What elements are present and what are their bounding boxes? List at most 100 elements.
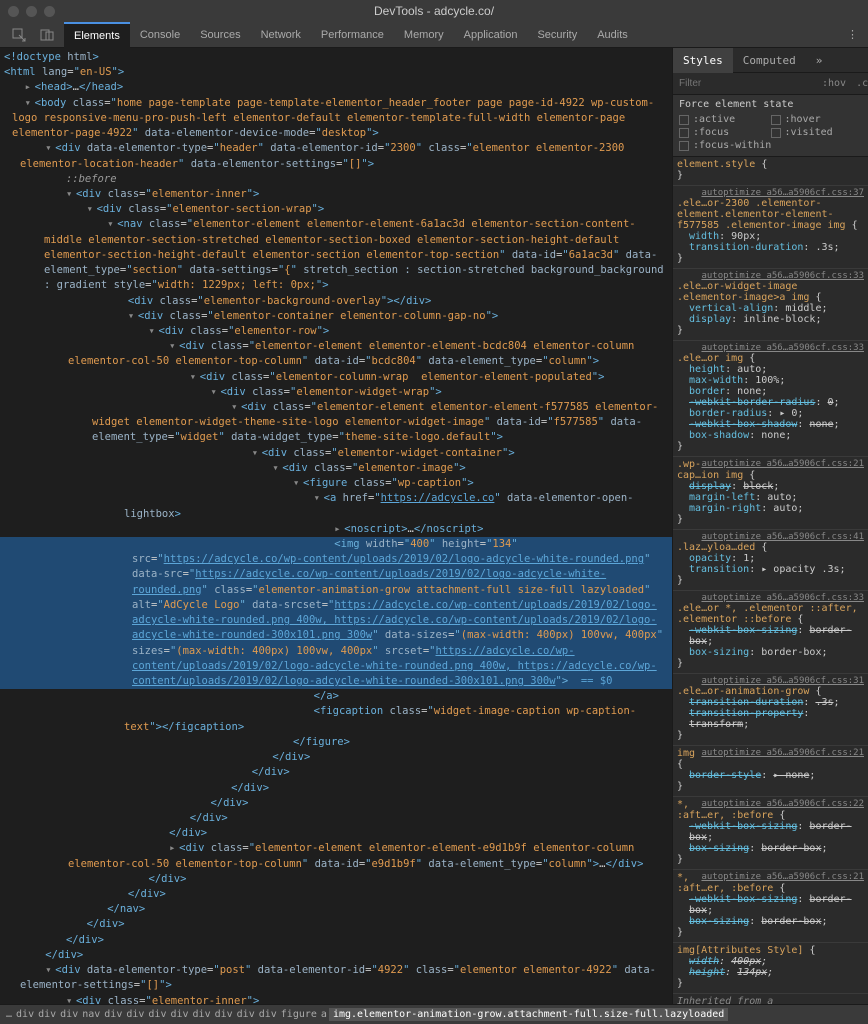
tab-application[interactable]: Application [454,22,528,48]
overflow-menu-icon[interactable]: ⋮ [837,28,868,41]
rule-source-link[interactable]: autoptimize a56…a5906cf.css:21 [701,872,864,882]
checkbox-icon[interactable] [679,128,689,138]
tab-sources[interactable]: Sources [190,22,250,48]
rule-source-link[interactable]: autoptimize a56…a5906cf.css:21 [701,459,864,469]
checkbox-icon[interactable] [771,115,781,125]
css-rule[interactable]: autoptimize a56…a5906cf.css:37.ele…or-23… [673,186,868,269]
state-hover[interactable]: :hover [771,113,863,126]
dom-node[interactable]: </div> [0,933,672,948]
dom-node[interactable]: ▾<div class="elementor-inner"> [0,994,672,1004]
inspect-icon[interactable] [8,24,30,46]
css-property[interactable]: -webkit-box-sizing: border-box; [677,894,864,916]
breadcrumb-item[interactable]: a [319,1009,329,1020]
dom-node[interactable]: </div> [0,917,672,932]
close-window-button[interactable] [8,6,19,17]
state-active[interactable]: :active [679,113,771,126]
tab-security[interactable]: Security [527,22,587,48]
dom-node[interactable]: ▸<head>…</head> [0,80,672,95]
css-property[interactable]: border: none; [677,386,864,397]
breadcrumb-item[interactable]: nav [80,1009,102,1020]
elements-dom-tree[interactable]: <!doctype html><html lang="en-US"> ▸<hea… [0,48,672,1004]
css-property[interactable]: -webkit-box-sizing: border-box; [677,821,864,843]
tab-console[interactable]: Console [130,22,190,48]
breadcrumb-item[interactable]: div [257,1009,279,1020]
dom-node[interactable]: ▾<div class="elementor-row"> [0,324,672,339]
css-property[interactable]: height: auto; [677,364,864,375]
dom-node[interactable]: ▾<body class="home page-template page-te… [0,96,672,142]
rule-source-link[interactable]: autoptimize a56…a5906cf.css:41 [701,532,864,542]
dom-node[interactable]: </a> [0,689,672,704]
dom-node[interactable]: ▾<div class="elementor-column-wrap eleme… [0,370,672,385]
dom-node[interactable]: </div> [0,750,672,765]
dom-node[interactable]: </div> [0,948,672,963]
css-property[interactable]: box-shadow: none; [677,430,864,441]
breadcrumb-item[interactable]: div [36,1009,58,1020]
rule-source-link[interactable]: autoptimize a56…a5906cf.css:21 [701,748,864,758]
tab-performance[interactable]: Performance [311,22,394,48]
dom-node[interactable]: </div> [0,765,672,780]
dom-node[interactable]: ▾<div class="elementor-widget-container"… [0,446,672,461]
breadcrumb-item[interactable]: … [4,1009,14,1020]
css-rule[interactable]: autoptimize a56…a5906cf.css:33.ele…or im… [673,341,868,457]
dom-node[interactable]: ▾<div data-elementor-type="header" data-… [0,141,672,171]
css-rule[interactable]: autoptimize a56…a5906cf.css:33.ele…or-wi… [673,269,868,341]
state-visited[interactable]: :visited [771,126,863,139]
css-property[interactable]: -webkit-box-shadow: none; [677,419,864,430]
css-rule[interactable]: autoptimize a56…a5906cf.css:33.ele…or *,… [673,591,868,674]
dom-node[interactable]: ▾<div class="elementor-inner"> [0,187,672,202]
dom-node[interactable]: ▾<div class="elementor-element elementor… [0,400,672,446]
css-property[interactable]: -webkit-box-sizing: border-box; [677,625,864,647]
minimize-window-button[interactable] [26,6,37,17]
checkbox-icon[interactable] [679,115,689,125]
css-property[interactable]: max-width: 100%; [677,375,864,386]
rule-source-link[interactable]: autoptimize a56…a5906cf.css:22 [701,799,864,809]
css-property[interactable]: opacity: 1; [677,553,864,564]
css-property[interactable]: border-style: ▸ none; [677,770,864,781]
dom-node[interactable]: </div> [0,796,672,811]
css-property[interactable]: transition: ▸ opacity .3s; [677,564,864,575]
dom-node[interactable]: <img width="400" height="134" src="https… [0,537,672,689]
css-property[interactable]: width: 90px; [677,231,864,242]
breadcrumb-item[interactable]: div [213,1009,235,1020]
rule-source-link[interactable]: autoptimize a56…a5906cf.css:37 [701,188,864,198]
css-property[interactable]: transition-duration: .3s; [677,697,864,708]
dom-node[interactable]: </div> [0,887,672,902]
state-focus[interactable]: :focus [679,126,771,139]
styles-filter-input[interactable] [673,78,817,89]
dom-node[interactable]: ▾<div class="elementor-image"> [0,461,672,476]
tab-styles[interactable]: Styles [673,48,733,73]
tab-audits[interactable]: Audits [587,22,638,48]
css-property[interactable]: height: 134px; [677,967,864,978]
css-rule[interactable]: element.style {} [673,157,868,186]
dom-node[interactable]: ▾<div data-elementor-type="post" data-el… [0,963,672,993]
css-property[interactable]: margin-right: auto; [677,503,864,514]
device-toggle-icon[interactable] [36,24,58,46]
dom-node[interactable]: ▾<div class="elementor-section-wrap"> [0,202,672,217]
dom-node[interactable]: <!doctype html> [0,50,672,65]
dom-node[interactable]: <figcaption class="widget-image-caption … [0,704,672,734]
breadcrumb-item[interactable]: div [191,1009,213,1020]
dom-node[interactable]: ▾<nav class="elementor-element elementor… [0,217,672,293]
css-property[interactable]: width: 400px; [677,956,864,967]
dom-node[interactable]: ::before [0,172,672,187]
css-property[interactable]: display: inline-block; [677,314,864,325]
dom-node[interactable]: </div> [0,872,672,887]
dom-node[interactable]: ▸<noscript>…</noscript> [0,522,672,537]
css-rule[interactable]: autoptimize a56…a5906cf.css:41.laz…yloa…… [673,530,868,591]
tab-computed[interactable]: Computed [733,48,806,73]
dom-node[interactable]: <div class="elementor-background-overlay… [0,294,672,309]
dom-node[interactable]: ▾<div class="elementor-element elementor… [0,339,672,369]
css-property[interactable]: box-sizing: border-box; [677,843,864,854]
breadcrumb-item[interactable]: div [124,1009,146,1020]
dom-node[interactable]: </figure> [0,735,672,750]
styles-overflow-icon[interactable]: » [806,48,833,73]
dom-node[interactable]: </div> [0,826,672,841]
css-property[interactable]: vertical-align: middle; [677,303,864,314]
rule-source-link[interactable]: autoptimize a56…a5906cf.css:33 [701,271,864,281]
breadcrumb-item[interactable]: div [235,1009,257,1020]
tab-elements[interactable]: Elements [64,22,130,48]
hov-toggle[interactable]: :hov [817,78,851,89]
dom-node[interactable]: ▾<figure class="wp-caption"> [0,476,672,491]
css-property[interactable]: border-radius: ▸ 0; [677,408,864,419]
breadcrumb-item[interactable]: div [102,1009,124,1020]
